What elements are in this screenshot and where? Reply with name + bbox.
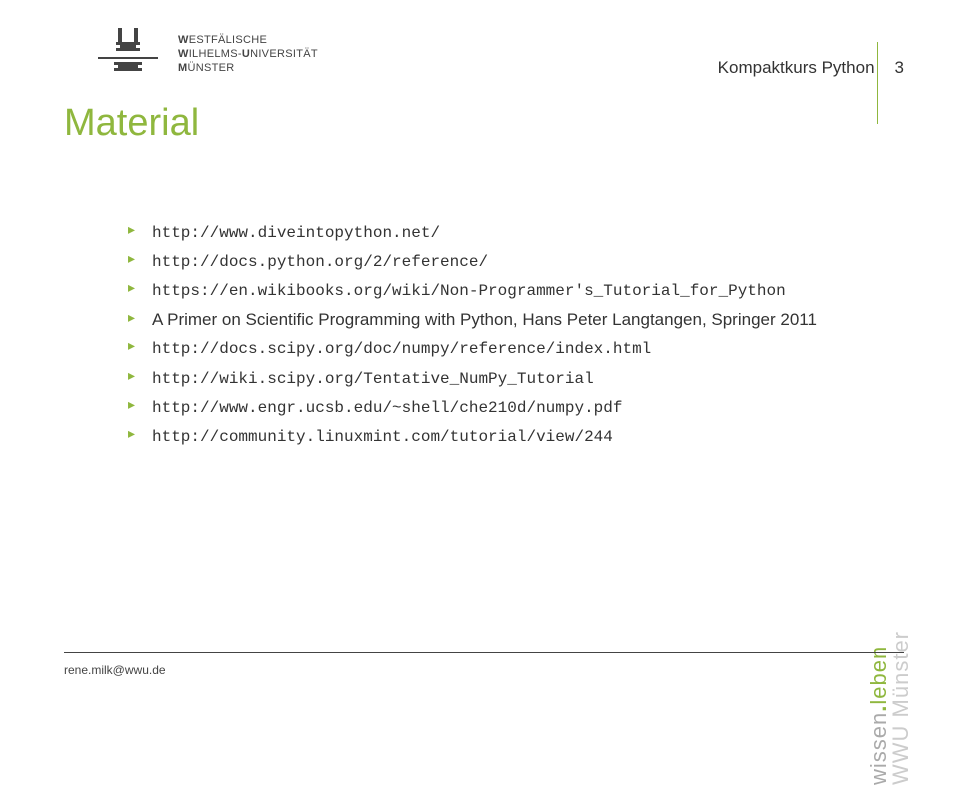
bullet-text: http://www.diveintopython.net/ [152, 224, 440, 242]
bullet-item: http://docs.python.org/2/reference/ [128, 247, 840, 276]
footer-divider [64, 652, 904, 653]
bullet-text: http://docs.python.org/2/reference/ [152, 253, 488, 271]
bullet-text: http://community.linuxmint.com/tutorial/… [152, 428, 613, 446]
bullet-item: http://community.linuxmint.com/tutorial/… [128, 422, 840, 451]
uni-line2b-bold: U [242, 48, 250, 60]
uni-line2b-rest: NIVERSITÄT [250, 48, 318, 60]
header-divider [877, 42, 878, 124]
bullet-item: http://wiki.scipy.org/Tentative_NumPy_Tu… [128, 364, 840, 393]
bullet-text: A Primer on Scientific Programming with … [152, 310, 817, 329]
bullet-list: http://www.diveintopython.net/http://doc… [128, 218, 840, 451]
bullet-text: http://docs.scipy.org/doc/numpy/referenc… [152, 340, 651, 358]
bullet-item: http://www.engr.ucsb.edu/~shell/che210d/… [128, 393, 840, 422]
university-name: WESTFÄLISCHE WILHELMS-UNIVERSITÄT MÜNSTE… [178, 34, 318, 75]
sidebar-motto: wissen.leben WWU Münster [866, 631, 914, 785]
slide-header: WESTFÄLISCHE WILHELMS-UNIVERSITÄT MÜNSTE… [0, 28, 960, 98]
bullet-text: http://www.engr.ucsb.edu/~shell/che210d/… [152, 399, 622, 417]
bullet-item: http://www.diveintopython.net/ [128, 218, 840, 247]
course-title: Kompaktkurs Python [718, 58, 875, 78]
motto-wwu: WWU Münster [888, 631, 914, 785]
university-logo-block: WESTFÄLISCHE WILHELMS-UNIVERSITÄT MÜNSTE… [98, 28, 318, 78]
uni-line3-rest: ÜNSTER [187, 62, 234, 74]
bullet-text: https://en.wikibooks.org/wiki/Non-Progra… [152, 282, 786, 300]
wwu-logo-icon [98, 28, 158, 78]
bullet-item: http://docs.scipy.org/doc/numpy/referenc… [128, 334, 840, 363]
footer-email: rene.milk@wwu.de [64, 663, 166, 677]
bullet-item: https://en.wikibooks.org/wiki/Non-Progra… [128, 276, 840, 305]
content-area: http://www.diveintopython.net/http://doc… [128, 218, 840, 451]
uni-line1-rest: ESTFÄLISCHE [189, 34, 268, 46]
uni-line1-bold: W [178, 34, 189, 46]
bullet-text: http://wiki.scipy.org/Tentative_NumPy_Tu… [152, 370, 594, 388]
uni-line2-rest: ILHELMS- [189, 48, 242, 60]
page-number: 3 [895, 58, 904, 78]
slide-title: Material [64, 102, 199, 145]
bullet-item: A Primer on Scientific Programming with … [128, 306, 840, 335]
uni-line2-bold: W [178, 48, 189, 60]
